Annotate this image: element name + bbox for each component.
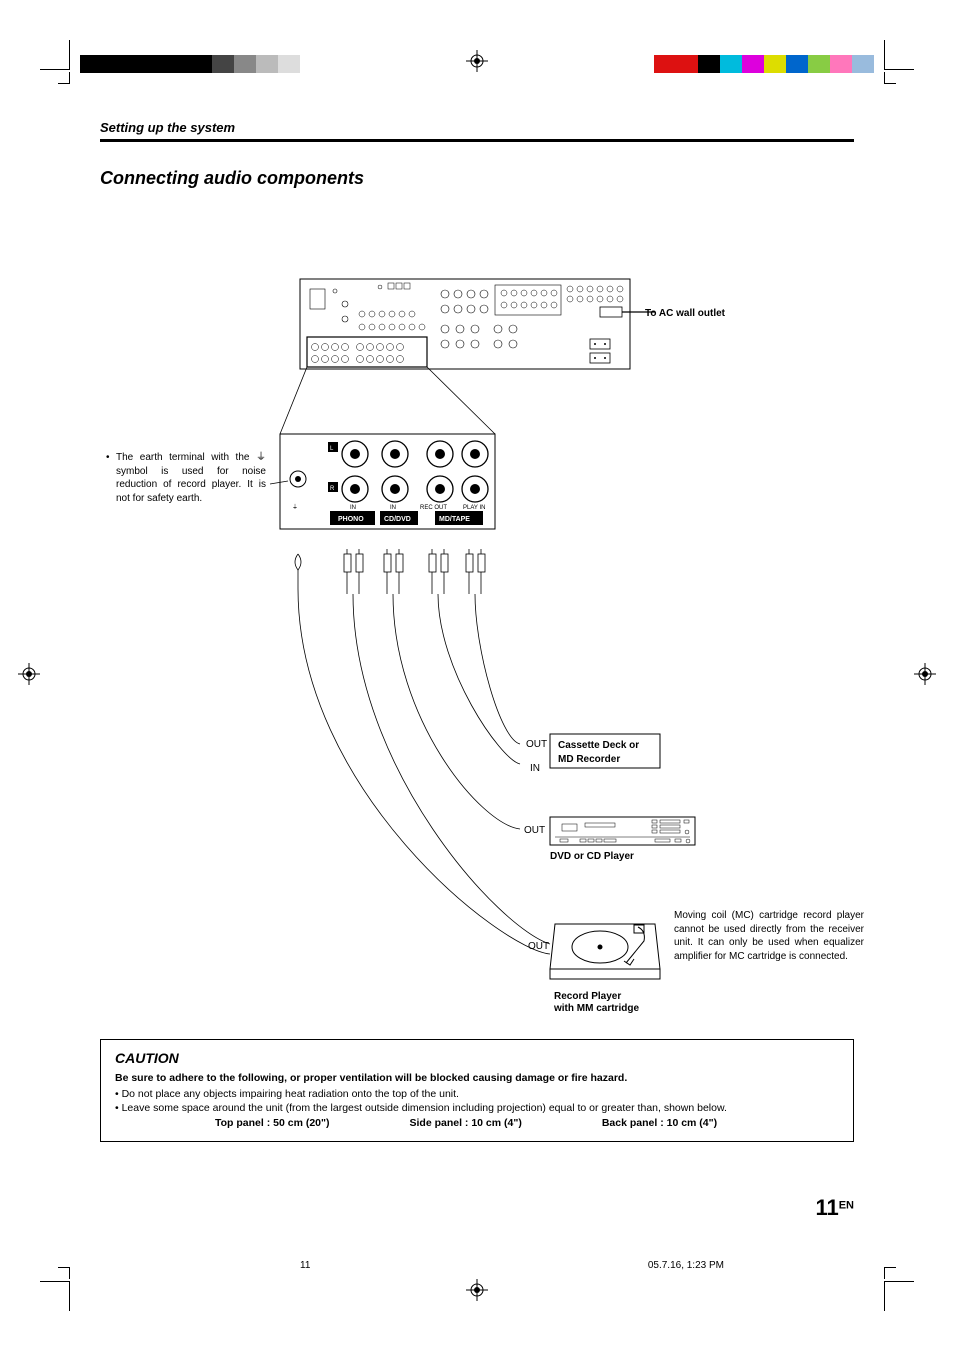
svg-text:OUT: OUT	[526, 739, 547, 750]
crop-mark	[58, 72, 70, 84]
svg-text:MD/TAPE: MD/TAPE	[439, 516, 470, 523]
svg-text:IN: IN	[390, 505, 396, 511]
svg-text:OUT: OUT	[528, 941, 549, 952]
svg-text:MD Recorder: MD Recorder	[558, 754, 620, 765]
receiver-panel-icon	[300, 279, 630, 369]
breadcrumb: Setting up the system	[100, 120, 854, 142]
cassette-deck-icon: OUT IN Cassette Deck or MD Recorder	[526, 734, 660, 774]
registration-icon	[914, 663, 936, 685]
svg-text:IN: IN	[530, 763, 540, 774]
svg-text:OUT: OUT	[524, 825, 545, 836]
svg-text:Cassette Deck or: Cassette Deck or	[558, 740, 639, 751]
svg-text:⏚: ⏚	[292, 504, 298, 511]
svg-text:PLAY IN: PLAY IN	[463, 505, 485, 511]
page-number: 11EN	[815, 1195, 854, 1221]
crop-mark	[58, 1267, 70, 1279]
caution-box: CAUTION Be sure to adhere to the followi…	[100, 1039, 854, 1142]
colorbar-left	[80, 55, 300, 73]
earth-terminal-note: • The earth terminal with the ⏚ symbol i…	[116, 451, 266, 505]
record-player-icon: OUT Record Player with MM cartridge	[528, 924, 660, 1014]
jack-panel-zoom-icon: ⏚ L R IN IN	[280, 434, 495, 529]
crop-mark	[40, 1281, 70, 1311]
caution-line: • Do not place any objects impairing hea…	[115, 1087, 839, 1101]
crop-mark	[884, 72, 896, 84]
svg-text:DVD or CD Player: DVD or CD Player	[550, 851, 634, 862]
crop-mark	[40, 40, 70, 70]
spec-side: Side panel : 10 cm (4")	[409, 1117, 521, 1129]
crop-mark	[884, 1281, 914, 1311]
section-title: Connecting audio components	[100, 168, 854, 189]
ac-outlet-label: To AC wall outlet	[645, 308, 726, 319]
svg-text:Record Player: Record Player	[554, 991, 621, 1002]
svg-text:PHONO: PHONO	[338, 516, 364, 523]
caution-specs: Top panel : 50 cm (20") Side panel : 10 …	[115, 1117, 839, 1129]
spec-back: Back panel : 10 cm (4")	[602, 1117, 717, 1129]
svg-text:R: R	[330, 486, 335, 492]
footer-meta: 11 05.7.16, 1:23 PM	[100, 1260, 854, 1271]
page-content: Setting up the system Connecting audio c…	[100, 120, 854, 1220]
svg-text:IN: IN	[350, 505, 356, 511]
colorbar-right	[654, 55, 874, 73]
footer-page: 11	[300, 1260, 310, 1271]
svg-text:REC OUT: REC OUT	[420, 505, 447, 511]
registration-icon	[18, 663, 40, 685]
caution-line: • Leave some space around the unit (from…	[115, 1101, 839, 1115]
svg-text:with MM cartridge: with MM cartridge	[553, 1003, 639, 1014]
spec-top: Top panel : 50 cm (20")	[215, 1117, 329, 1129]
dvd-player-icon: OUT DVD or CD Player	[524, 817, 695, 862]
svg-text:CD/DVD: CD/DVD	[384, 516, 411, 523]
caution-lead: Be sure to adhere to the following, or p…	[115, 1072, 839, 1084]
mc-cartridge-note: Moving coil (MC) cartridge record player…	[674, 909, 864, 963]
caution-title: CAUTION	[115, 1050, 839, 1066]
rca-plugs-icon	[295, 549, 485, 594]
footer-date: 05.7.16, 1:23 PM	[648, 1260, 724, 1271]
crop-mark	[884, 1267, 896, 1279]
registration-icon	[466, 1279, 488, 1301]
crop-mark	[884, 40, 914, 70]
registration-icon	[466, 50, 488, 72]
connection-diagram: To AC wall outlet ⏚ L R	[100, 209, 854, 1029]
